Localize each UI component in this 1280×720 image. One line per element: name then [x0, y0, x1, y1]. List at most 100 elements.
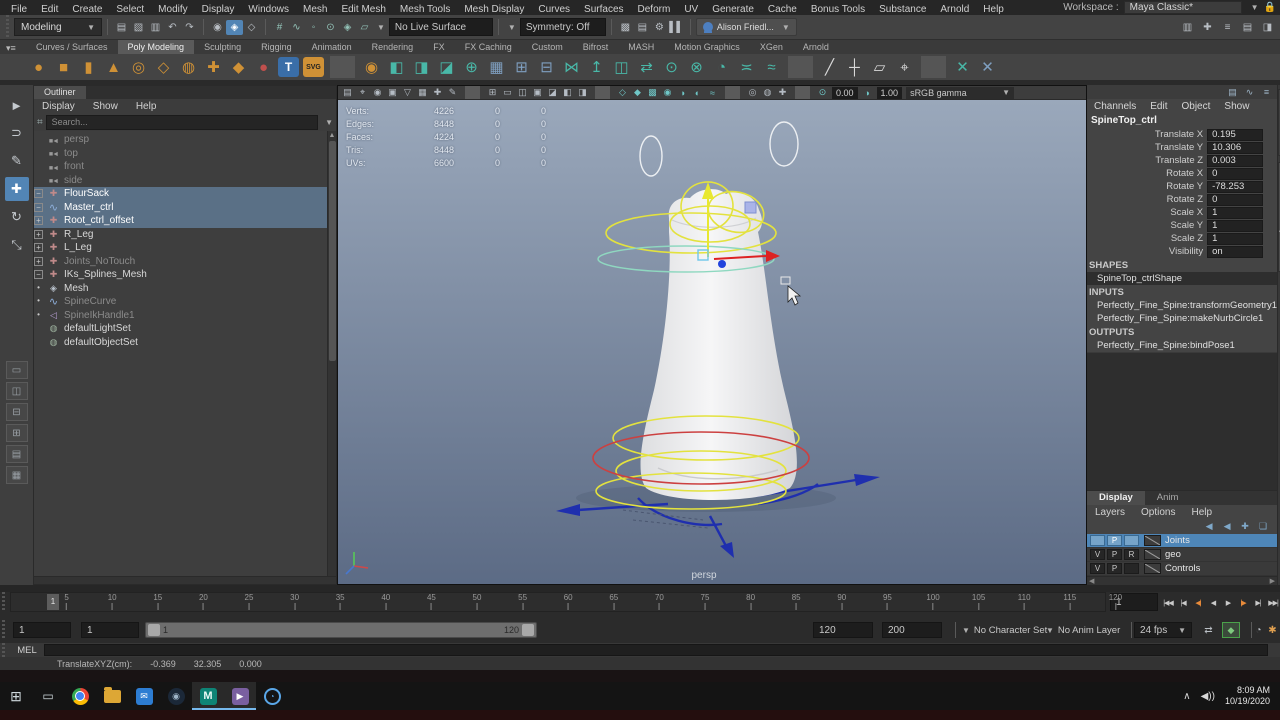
- menu-item[interactable]: Modify: [151, 4, 194, 15]
- attribute-name[interactable]: Translate X: [1155, 129, 1203, 140]
- snap-to-point-icon[interactable]: ◦: [305, 20, 322, 35]
- layer-visibility-toggle[interactable]: V: [1090, 549, 1105, 560]
- channel-box-icon[interactable]: ◨: [1259, 20, 1276, 35]
- layer-editor-tab[interactable]: Display: [1087, 491, 1145, 505]
- poly-gear-icon[interactable]: ✚: [201, 55, 226, 79]
- fps-dropdown[interactable]: 24 fps ▼: [1134, 622, 1192, 638]
- layer-from-selected-icon[interactable]: ❏: [1257, 519, 1269, 534]
- layer-row[interactable]: P Joints: [1087, 534, 1278, 548]
- layer-name[interactable]: Joints: [1165, 535, 1190, 546]
- attribute-value-field[interactable]: 0: [1207, 167, 1264, 180]
- menu-item[interactable]: Arnold: [933, 4, 976, 15]
- command-language-toggle[interactable]: MEL: [10, 645, 44, 656]
- channel-stats-icon[interactable]: ▤: [1226, 85, 1239, 100]
- chevron-down-icon[interactable]: ▼: [508, 23, 516, 32]
- taskbar-button[interactable]: ◔: [256, 682, 288, 710]
- bookmark-icon[interactable]: ▽: [400, 86, 415, 99]
- snap-to-view-plane-icon[interactable]: ▱: [356, 20, 373, 35]
- outliner-hscrollbar[interactable]: [34, 576, 336, 584]
- attribute-editor-icon[interactable]: ▤: [1239, 20, 1256, 35]
- layer-display-type-toggle[interactable]: [1124, 563, 1139, 574]
- make-live-icon[interactable]: ◈: [339, 20, 356, 35]
- expand-toggle-icon[interactable]: [34, 189, 43, 199]
- command-line-grip[interactable]: [0, 643, 7, 657]
- expand-toggle-icon[interactable]: [34, 243, 43, 253]
- character-controls-icon[interactable]: ✱: [1264, 623, 1280, 638]
- expand-toggle-icon[interactable]: [34, 270, 43, 280]
- shelf-tab[interactable]: Curves / Surfaces: [26, 40, 118, 54]
- shape-node-item[interactable]: SpineTop_ctrlShape: [1087, 272, 1278, 285]
- gamma-icon[interactable]: ◑: [860, 86, 875, 99]
- quad-draw-icon[interactable]: ▱: [867, 55, 892, 79]
- output-node-item[interactable]: Perfectly_Fine_Spine:bindPose1: [1087, 339, 1277, 352]
- sep[interactable]: [795, 86, 810, 99]
- layer-editor-menu-item[interactable]: Help: [1183, 507, 1220, 518]
- tray-chevron-icon[interactable]: ∧: [1183, 691, 1190, 702]
- undo-icon[interactable]: ↶: [164, 20, 181, 35]
- shelf-tab[interactable]: Poly Modeling: [117, 40, 195, 54]
- attribute-value-field[interactable]: 0.003: [1207, 154, 1264, 167]
- layer-playback-toggle[interactable]: P: [1107, 535, 1122, 546]
- select-camera-icon[interactable]: ⌖: [355, 86, 370, 99]
- outliner-tree-item[interactable]: Master_ctrl: [34, 200, 327, 214]
- animation-end-field[interactable]: [882, 622, 942, 638]
- shelf-tab[interactable]: Arnold: [793, 40, 839, 54]
- command-line-input[interactable]: [44, 644, 1268, 656]
- layer-editor-menu-item[interactable]: Layers: [1087, 507, 1133, 518]
- menu-item[interactable]: Display: [195, 4, 242, 15]
- hypershade-icon[interactable]: ✚: [1199, 20, 1216, 35]
- attribute-value-field[interactable]: on: [1207, 245, 1264, 258]
- layer-display-type-toggle[interactable]: R: [1124, 549, 1139, 560]
- resolution-gate-icon[interactable]: ◫: [515, 86, 530, 99]
- menu-item[interactable]: Edit: [34, 4, 65, 15]
- chevron-down-icon[interactable]: ▼: [1251, 3, 1259, 12]
- snap-to-projected-center-icon[interactable]: ⊙: [322, 20, 339, 35]
- symmetrize-icon[interactable]: ≍: [734, 55, 759, 79]
- outliner-tree-item[interactable]: defaultLightSet: [34, 322, 327, 336]
- layer-name[interactable]: geo: [1165, 549, 1181, 560]
- menu-set-dropdown[interactable]: Modeling ▼: [14, 18, 102, 36]
- menu-item[interactable]: Substance: [872, 4, 933, 15]
- outliner-tree-item[interactable]: FlourSack: [34, 187, 327, 201]
- range-grip[interactable]: [0, 620, 7, 640]
- go-to-end-button[interactable]: ▶▶|: [1266, 595, 1280, 611]
- attribute-name[interactable]: Rotate Z: [1167, 194, 1203, 205]
- attribute-name[interactable]: Translate Z: [1155, 155, 1203, 166]
- cleanup-icon[interactable]: ✕: [950, 55, 975, 79]
- new-scene-icon[interactable]: ▤: [113, 20, 130, 35]
- shelf-menu-icon[interactable]: ▾≡: [6, 43, 16, 54]
- timeline-grip[interactable]: [0, 592, 7, 612]
- flip-icon[interactable]: ⇄: [634, 55, 659, 79]
- attribute-value-field[interactable]: 1: [1207, 206, 1264, 219]
- menu-item[interactable]: Edit Mesh: [334, 4, 392, 15]
- outliner-tree-item[interactable]: SpineCurve: [34, 295, 327, 309]
- channel-options-icon[interactable]: ≡: [1260, 85, 1273, 100]
- menu-item[interactable]: File: [4, 4, 34, 15]
- outliner-tab[interactable]: Outliner: [34, 86, 86, 99]
- attribute-name[interactable]: Scale Y: [1170, 220, 1203, 231]
- outliner-tree-item[interactable]: SpineIkHandle1: [34, 309, 327, 323]
- auto-keyframe-toggle[interactable]: ◆: [1222, 622, 1240, 638]
- menu-item[interactable]: Windows: [241, 4, 296, 15]
- rotate-tool-icon[interactable]: ↻: [5, 205, 29, 229]
- clock[interactable]: 8:09 AM 10/19/2020: [1225, 685, 1270, 707]
- layout-single-pane-icon[interactable]: ▭: [5, 361, 28, 379]
- redo-icon[interactable]: ↷: [181, 20, 198, 35]
- svg-tool-icon[interactable]: SVG: [303, 57, 324, 77]
- graph-icon[interactable]: ∿: [1243, 85, 1256, 100]
- attribute-value-field[interactable]: 1: [1207, 219, 1264, 232]
- colorspace-dropdown[interactable]: sRGB gamma ▼: [906, 86, 1015, 99]
- move-layer-up-icon[interactable]: ◀: [1203, 519, 1215, 534]
- image-plane-icon[interactable]: ▦: [415, 86, 430, 99]
- layout-two-pane-side-icon[interactable]: ◫: [5, 382, 28, 400]
- menu-item[interactable]: Create: [65, 4, 109, 15]
- play-backwards-button[interactable]: ◀: [1206, 595, 1220, 611]
- range-slider[interactable]: 1 120: [145, 622, 537, 638]
- channel-box-menu-item[interactable]: Object: [1175, 101, 1218, 112]
- outliner-tree-item[interactable]: side: [34, 174, 327, 188]
- reduce-icon[interactable]: ✕: [975, 55, 1000, 79]
- attribute-name[interactable]: Rotate X: [1166, 168, 1203, 179]
- filter-icon[interactable]: ⌗: [37, 117, 43, 128]
- sep[interactable]: [330, 56, 355, 78]
- layer-editor-menu-item[interactable]: Options: [1133, 507, 1183, 518]
